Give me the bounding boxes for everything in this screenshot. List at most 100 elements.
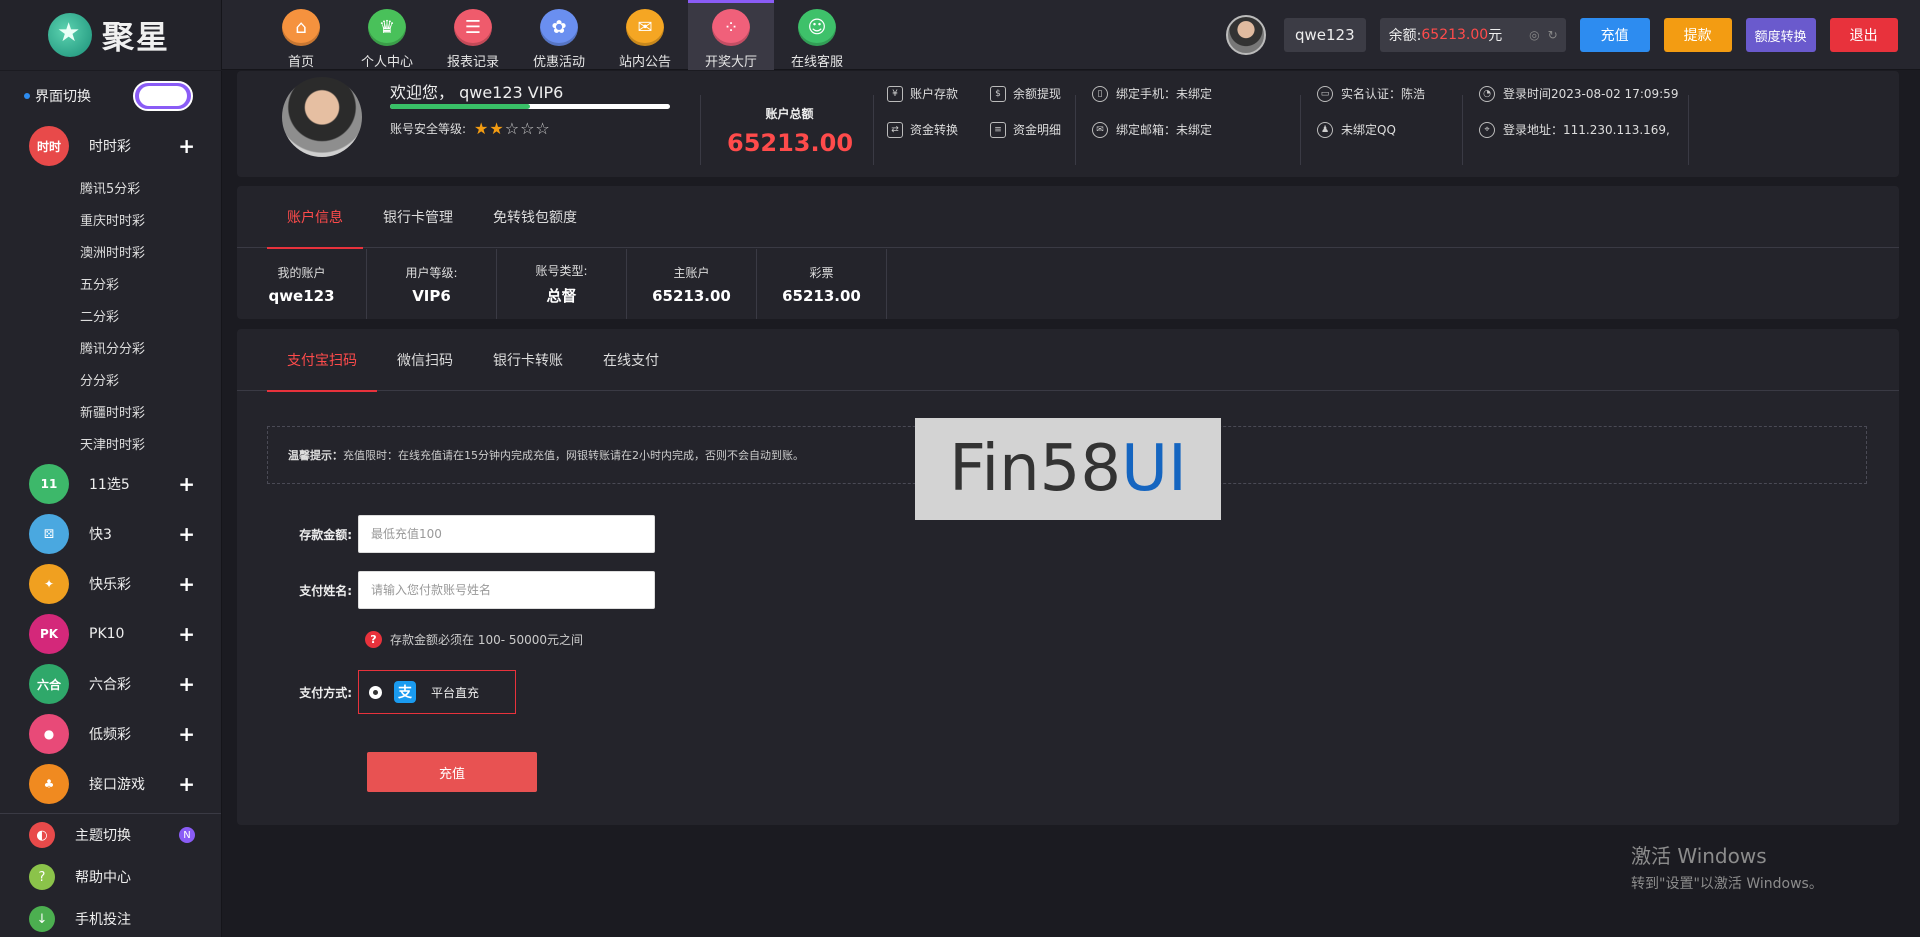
sidebar-item-help[interactable]: ? 帮助中心 <box>0 856 221 898</box>
divider <box>1462 95 1463 165</box>
watermark-logo: Fin58 UI <box>915 418 1221 520</box>
expand-plus-icon[interactable]: + <box>178 622 195 646</box>
nav-promotions[interactable]: ✿ 优惠活动 <box>516 0 602 70</box>
tab-wallet-quota[interactable]: 免转钱包额度 <box>473 186 597 248</box>
divider <box>1075 95 1076 165</box>
deposit-button[interactable]: 充值 <box>1579 18 1650 52</box>
expand-plus-icon[interactable]: + <box>178 572 195 596</box>
sidebar-cat-k3[interactable]: ⚄ 快3 + <box>0 509 221 559</box>
sidebar-cat-ssc[interactable]: 时时 时时彩 + <box>0 121 221 171</box>
payment-tabs: 支付宝扫码 微信扫码 银行卡转账 在线支付 <box>237 329 1899 392</box>
dpc-icon: ● <box>29 714 69 754</box>
payment-panel: 支付宝扫码 微信扫码 银行卡转账 在线支付 温馨提示： 充值限时：在线充值请在15… <box>237 329 1899 825</box>
tab-alipay-scan[interactable]: 支付宝扫码 <box>267 329 377 392</box>
submit-deposit-button[interactable]: 充值 <box>367 752 537 792</box>
tab-bank-transfer[interactable]: 银行卡转账 <box>473 329 583 391</box>
sidebar-item-mobile[interactable]: ↓ 手机投注 <box>0 898 221 937</box>
sidebar-item-lottery[interactable]: 澳洲时时彩 <box>0 235 221 267</box>
expand-plus-icon[interactable]: + <box>178 772 195 796</box>
sidebar-cat-dpc[interactable]: ● 低频彩 + <box>0 709 221 759</box>
withdraw-link[interactable]: $ 余额提现 <box>990 85 1061 102</box>
realname-info: ▭ 实名认证：陈浩 <box>1317 85 1425 102</box>
nav-lottery-hall[interactable]: ⁘ 开奖大厅 <box>688 0 774 70</box>
balance-label: 余额: <box>1388 28 1422 44</box>
sidebar-cat-pk10[interactable]: PK PK10 + <box>0 609 221 659</box>
nav-personal-center[interactable]: ♛ 个人中心 <box>344 0 430 70</box>
nav-label: 开奖大厅 <box>704 55 757 70</box>
eye-hide-icon[interactable]: ◎ <box>1529 28 1539 42</box>
nav-announcements[interactable]: ✉ 站内公告 <box>602 0 688 70</box>
cell-value: 65213.00 <box>652 286 731 305</box>
details-link[interactable]: ≡ 资金明细 <box>990 121 1061 138</box>
sidebar-item-lottery[interactable]: 天津时时彩 <box>0 427 221 459</box>
sidebar-item-label: 帮助中心 <box>75 870 131 886</box>
expand-plus-icon[interactable]: + <box>178 134 195 158</box>
tab-wechat-scan[interactable]: 微信扫码 <box>377 329 473 391</box>
account-cell: 我的账户 qwe123 <box>237 249 367 319</box>
sidebar-item-lottery[interactable]: 腾讯分分彩 <box>0 331 221 363</box>
help-icon: ? <box>29 864 55 890</box>
radio-selected[interactable] <box>369 685 382 699</box>
email-binding[interactable]: ✉ 绑定邮箱：未绑定 <box>1092 121 1212 138</box>
sidebar-item-label: 主题切换 <box>75 828 131 844</box>
mail-icon: ✉ <box>626 9 664 46</box>
sidebar-item-lottery[interactable]: 二分彩 <box>0 299 221 331</box>
nav-online-support[interactable]: ☺ 在线客服 <box>774 0 860 70</box>
method-label: 支付方式: <box>299 685 352 700</box>
expand-plus-icon[interactable]: + <box>178 472 195 496</box>
info-label: 实名认证：陈浩 <box>1341 87 1426 101</box>
account-tabs: 账户信息 银行卡管理 免转钱包额度 <box>237 186 1899 249</box>
sidebar-item-theme[interactable]: ◐ 主题切换 N <box>0 814 221 856</box>
id-card-icon: ▭ <box>1317 85 1333 102</box>
notice-title: 温馨提示： <box>288 449 343 462</box>
logout-button[interactable]: 退出 <box>1829 18 1898 52</box>
question-icon: ? <box>365 631 382 648</box>
watermark-main: Fin58 <box>949 432 1122 506</box>
phone-icon: ▯ <box>1092 85 1108 102</box>
refresh-icon[interactable]: ↻ <box>1548 28 1558 42</box>
payer-name-input[interactable] <box>358 571 655 609</box>
payment-method-option[interactable]: 支 平台直充 <box>358 670 516 714</box>
balance-box: 余额: 65213.00 元 ◎ ↻ <box>1379 18 1566 52</box>
notice-text: 充值限时：在线充值请在15分钟内完成充值，网银转账请在2小时内完成，否则不会自动… <box>343 449 804 462</box>
amount-input[interactable] <box>358 515 655 553</box>
transfer-link[interactable]: ⇄ 资金转换 <box>887 121 958 138</box>
info-label: 登录地址：111.230.113.169, <box>1503 123 1670 137</box>
phone-binding[interactable]: ▯ 绑定手机：未绑定 <box>1092 85 1212 102</box>
total-value: 65213.00 <box>727 129 854 157</box>
avatar[interactable] <box>1226 15 1266 55</box>
theme-icon: ◐ <box>29 822 55 848</box>
account-cell: 主账户 65213.00 <box>627 249 757 319</box>
nav-home[interactable]: ⌂ 首页 <box>258 0 344 70</box>
tab-bank-cards[interactable]: 银行卡管理 <box>363 186 473 248</box>
sidebar-item-lottery[interactable]: 五分彩 <box>0 267 221 299</box>
sidebar: 界面切换 时时 时时彩 + 腾讯5分彩 重庆时时彩 澳洲时时彩 五分彩 二分彩 … <box>0 71 222 937</box>
logo[interactable]: 聚星 <box>0 0 222 70</box>
star-logo-icon <box>48 13 92 57</box>
sidebar-item-lottery[interactable]: 腾讯5分彩 <box>0 171 221 203</box>
sidebar-cat-klc[interactable]: ✦ 快乐彩 + <box>0 559 221 609</box>
withdraw-button[interactable]: 提款 <box>1663 18 1732 52</box>
sidebar-cat-lhc[interactable]: 六合 六合彩 + <box>0 659 221 709</box>
expand-plus-icon[interactable]: + <box>178 672 195 696</box>
transfer-button[interactable]: 额度转换 <box>1745 18 1816 52</box>
sidebar-item-lottery[interactable]: 重庆时时彩 <box>0 203 221 235</box>
sidebar-item-lottery[interactable]: 分分彩 <box>0 363 221 395</box>
expand-plus-icon[interactable]: + <box>178 522 195 546</box>
tab-account-info[interactable]: 账户信息 <box>267 186 363 249</box>
tab-online-payment[interactable]: 在线支付 <box>583 329 679 391</box>
sidebar-item-lottery[interactable]: 新疆时时彩 <box>0 395 221 427</box>
sidebar-cat-11x5[interactable]: 11 11选5 + <box>0 459 221 509</box>
avatar <box>282 77 362 157</box>
expand-plus-icon[interactable]: + <box>178 722 195 746</box>
ui-switch-toggle[interactable] <box>133 81 193 111</box>
ui-switch-row: 界面切换 <box>0 71 221 121</box>
nav-reports[interactable]: ☰ 报表记录 <box>430 0 516 70</box>
nav-label: 站内公告 <box>618 55 671 70</box>
security-progress-bar <box>390 104 670 109</box>
deposit-icon: ¥ <box>887 85 903 102</box>
amount-row: 存款金额: <box>292 515 655 553</box>
account-deposit-link[interactable]: ¥ 账户存款 <box>887 85 958 102</box>
qq-binding[interactable]: ♟ 未绑定QQ <box>1317 121 1396 138</box>
sidebar-cat-api-game[interactable]: ♣ 接口游戏 + <box>0 759 221 809</box>
